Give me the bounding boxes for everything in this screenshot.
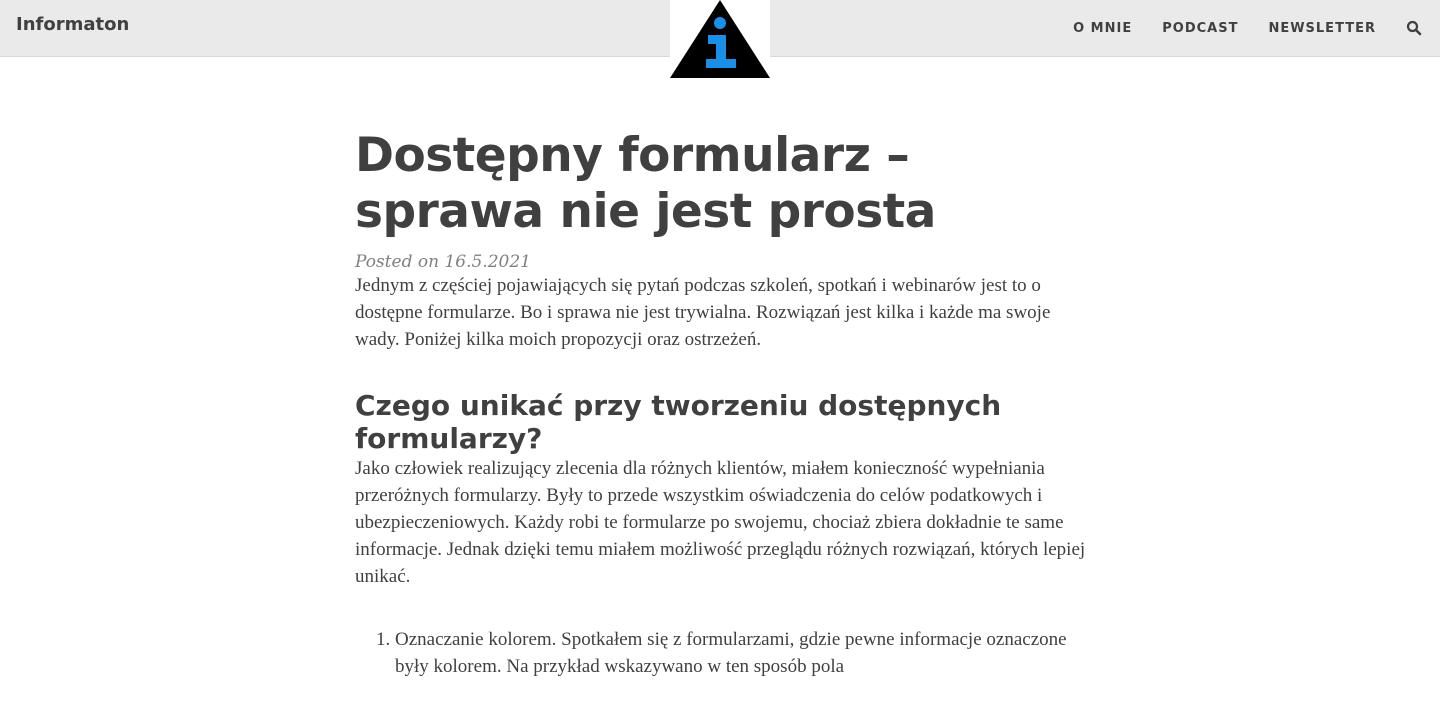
site-header: Informaton O MNIE PODCAST NEWSLETTER <box>0 0 1440 80</box>
post-content: Dostępny formularz – sprawa nie jest pro… <box>355 128 1090 680</box>
search-icon <box>1406 20 1422 36</box>
post-intro-paragraph: Jednym z częściej pojawiających się pyta… <box>355 275 1051 350</box>
post-paragraph: Jako człowiek realizujący zlecenia dla r… <box>355 458 1086 587</box>
search-button[interactable] <box>1406 20 1422 36</box>
site-logo[interactable] <box>670 0 770 80</box>
list-item: Oznaczanie kolorem. Spotkałem się z form… <box>395 626 1090 680</box>
nav-item-newsletter[interactable]: NEWSLETTER <box>1268 21 1376 36</box>
avoid-list: Oznaczanie kolorem. Spotkałem się z form… <box>355 626 1090 680</box>
main-navigation: O MNIE PODCAST NEWSLETTER <box>1073 0 1440 56</box>
info-triangle-icon <box>670 0 770 78</box>
post-date: Posted on 16.5.2021 <box>355 252 531 272</box>
section-heading: Czego unikać przy tworzeniu dostępnych f… <box>355 389 1002 455</box>
nav-item-podcast[interactable]: PODCAST <box>1162 21 1238 36</box>
post-title: Dostępny formularz – sprawa nie jest pro… <box>355 128 936 239</box>
site-brand-link[interactable]: Informaton <box>16 14 129 35</box>
nav-item-o-mnie[interactable]: O MNIE <box>1073 21 1132 36</box>
